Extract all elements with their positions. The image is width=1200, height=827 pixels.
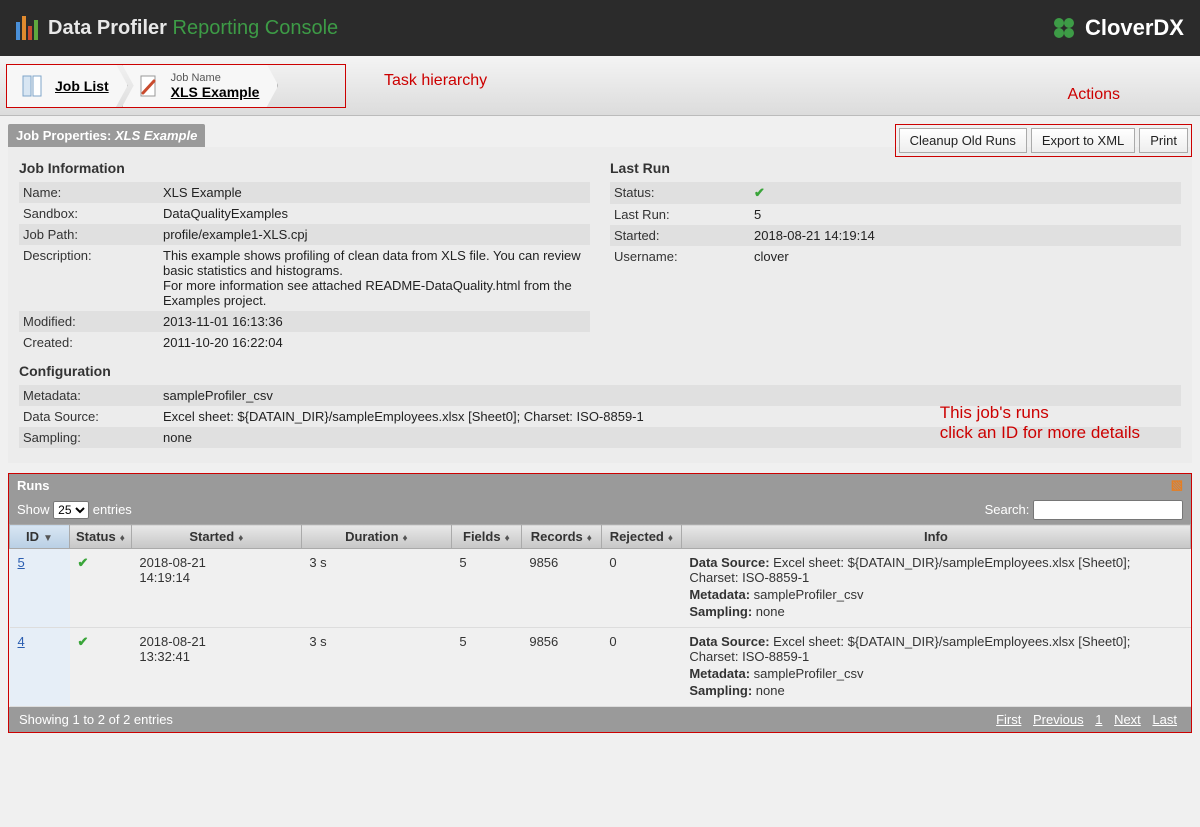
run-id-link[interactable]: 4 [18, 634, 25, 649]
top-bar: Data Profiler Reporting Console CloverDX [0, 0, 1200, 56]
run-fields-cell: 5 [451, 549, 521, 628]
export-button[interactable]: Export to XML [1031, 128, 1135, 153]
bars-icon [16, 16, 38, 40]
breadcrumb-job-name[interactable]: Job Name XLS Example [122, 64, 279, 108]
job-info-heading: Job Information [19, 160, 590, 176]
run-records-cell: 9856 [521, 549, 601, 628]
print-button[interactable]: Print [1139, 128, 1188, 153]
pager: First Previous 1 Next Last [992, 712, 1181, 727]
col-started[interactable]: Started♦ [131, 525, 301, 549]
run-rejected-cell: 0 [601, 628, 681, 707]
document-icon [135, 72, 163, 100]
check-icon: ✔ [754, 185, 765, 200]
cleanup-button[interactable]: Cleanup Old Runs [899, 128, 1027, 153]
annotation-actions: Actions [1068, 86, 1120, 104]
pager-first[interactable]: First [996, 712, 1021, 727]
check-icon: ✔ [78, 555, 89, 570]
job-name-link[interactable]: XLS Example [171, 84, 260, 100]
pager-next[interactable]: Next [1114, 712, 1141, 727]
run-info-cell: Data Source: Excel sheet: ${DATAIN_DIR}/… [681, 628, 1190, 707]
run-id-link[interactable]: 5 [18, 555, 25, 570]
breadcrumb: Job List Job Name XLS Example Task hiera… [0, 56, 1200, 116]
job-properties-panel: Job Properties: XLS Example Cleanup Old … [0, 116, 1200, 463]
run-started-cell: 2018-08-2114:19:14 [131, 549, 301, 628]
runs-table: ID▼ Status♦ Started♦ Duration♦ Fields♦ R… [9, 524, 1191, 707]
last-run: Last Run Status:✔ Last Run:5 Started:201… [610, 156, 1181, 353]
runs-footer: Showing 1 to 2 of 2 entries First Previo… [9, 707, 1191, 732]
run-status-cell: ✔ [70, 628, 132, 707]
rss-icon[interactable]: ▧ [1171, 477, 1183, 493]
col-fields[interactable]: Fields♦ [451, 525, 521, 549]
col-status[interactable]: Status♦ [70, 525, 132, 549]
job-list-link[interactable]: Job List [55, 78, 109, 94]
run-duration-cell: 3 s [301, 549, 451, 628]
pager-page[interactable]: 1 [1095, 712, 1102, 727]
panel-title: Job Properties: XLS Example [8, 124, 205, 147]
run-info-cell: Data Source: Excel sheet: ${DATAIN_DIR}/… [681, 549, 1190, 628]
run-duration-cell: 3 s [301, 628, 451, 707]
last-run-heading: Last Run [610, 160, 1181, 176]
run-records-cell: 9856 [521, 628, 601, 707]
check-icon: ✔ [78, 634, 89, 649]
col-records[interactable]: Records♦ [521, 525, 601, 549]
page-size-select[interactable]: 25 [53, 501, 89, 519]
job-information: Job Information Name:XLS Example Sandbox… [19, 156, 590, 353]
page-size-control: Show 25 entries [17, 501, 132, 519]
annotation-runs-note: This job's runs click an ID for more det… [940, 403, 1140, 443]
table-row: 4 ✔ 2018-08-2113:32:413 s598560Data Source… [10, 628, 1191, 707]
run-status-cell: ✔ [70, 549, 132, 628]
search-control: Search: [985, 500, 1183, 520]
run-fields-cell: 5 [451, 628, 521, 707]
search-input[interactable] [1033, 500, 1183, 520]
col-id[interactable]: ID▼ [10, 525, 70, 549]
action-buttons: Cleanup Old Runs Export to XML Print [899, 128, 1188, 153]
run-started-cell: 2018-08-2113:32:41 [131, 628, 301, 707]
col-rejected[interactable]: Rejected♦ [601, 525, 681, 549]
app-title: Data Profiler Reporting Console [48, 17, 338, 40]
breadcrumb-job-list[interactable]: Job List [6, 64, 128, 108]
list-icon [19, 72, 47, 100]
col-info[interactable]: Info [681, 525, 1190, 549]
app-logo: Data Profiler Reporting Console [16, 16, 338, 40]
run-rejected-cell: 0 [601, 549, 681, 628]
col-duration[interactable]: Duration♦ [301, 525, 451, 549]
showing-text: Showing 1 to 2 of 2 entries [19, 712, 173, 727]
job-name-label: Job Name [171, 72, 260, 84]
run-id-cell: 5 [10, 549, 70, 628]
table-row: 5✔2018-08-2114:19:143 s598560Data Source… [10, 549, 1191, 628]
pager-prev[interactable]: Previous [1033, 712, 1084, 727]
annotation-task-hierarchy: Task hierarchy [384, 72, 487, 90]
pager-last[interactable]: Last [1152, 712, 1177, 727]
runs-header: Runs ▧ [9, 474, 1191, 496]
config-heading: Configuration [19, 363, 1181, 379]
run-id-cell: 4 [10, 628, 70, 707]
clover-icon [1051, 15, 1077, 41]
runs-section: Runs ▧ Show 25 entries Search: ID▼ Statu… [8, 473, 1192, 733]
brand-logo: CloverDX [1051, 15, 1184, 41]
